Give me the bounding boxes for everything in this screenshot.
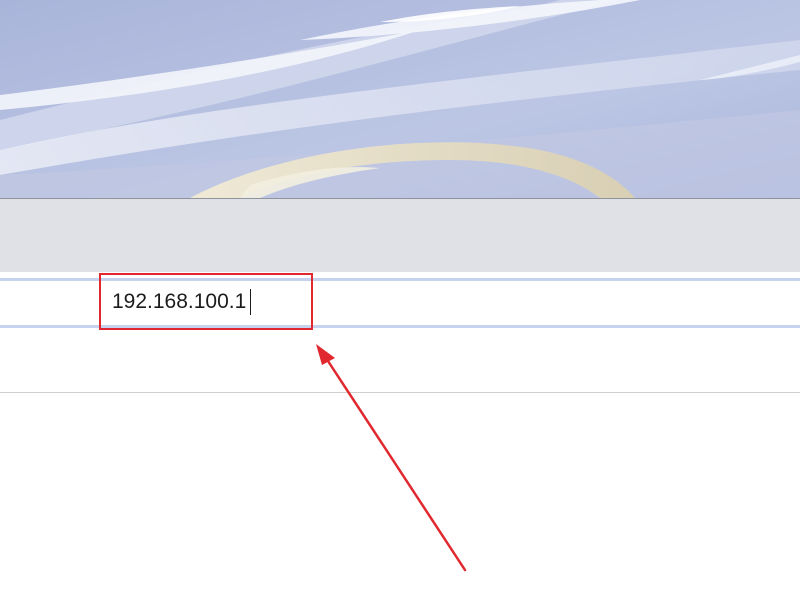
- screenshot: 192.168.100.1: [0, 0, 800, 600]
- page-content: [0, 393, 800, 600]
- annotation-highlight-box: [99, 273, 313, 330]
- browser-toolbar: [0, 198, 800, 272]
- wallpaper-art: [0, 0, 800, 198]
- desktop-wallpaper: [0, 0, 800, 198]
- arrow-head: [316, 344, 335, 365]
